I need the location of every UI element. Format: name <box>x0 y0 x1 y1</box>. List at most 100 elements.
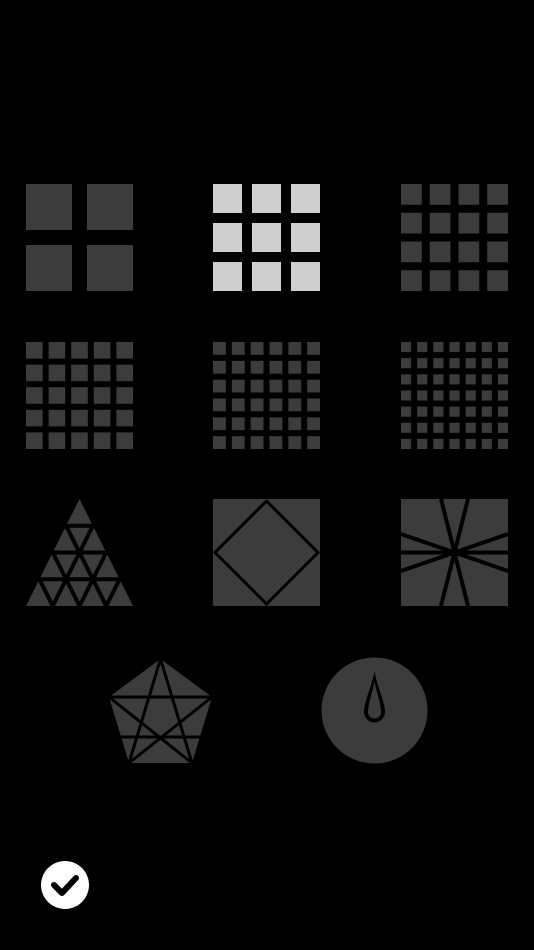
grid-cell <box>231 342 245 355</box>
grid-cell <box>231 398 245 412</box>
grid-cell <box>497 422 508 433</box>
grid-cell <box>93 409 111 427</box>
grid-cell <box>231 417 245 431</box>
grid-cell <box>213 398 226 412</box>
grid-cell <box>497 358 508 369</box>
grid-cell <box>401 406 412 417</box>
grid-cell <box>213 436 226 449</box>
grid-cell <box>93 364 111 382</box>
grid-cell <box>213 360 226 374</box>
grid-cell <box>433 358 444 369</box>
grid-cell <box>449 406 460 417</box>
grid-cell <box>417 374 428 385</box>
puzzle-grid-4x4[interactable] <box>401 184 508 291</box>
grid-cell <box>213 184 242 213</box>
grid-cell <box>401 342 412 353</box>
puzzle-grid-6x6[interactable] <box>213 342 320 449</box>
grid-cell <box>458 184 480 205</box>
grid-cell <box>497 390 508 401</box>
grid-cell <box>429 212 451 234</box>
grid-cell <box>307 398 320 412</box>
grid-cell <box>307 379 320 393</box>
grid-cell <box>458 270 480 291</box>
grid-cell <box>213 379 226 393</box>
grid-cell <box>250 436 264 449</box>
grid-cell <box>307 417 320 431</box>
triangle-icon <box>26 499 133 606</box>
grid-cell <box>481 406 492 417</box>
grid-cell <box>401 184 422 205</box>
grid-cell <box>401 438 412 449</box>
puzzle-diamond[interactable] <box>213 499 320 606</box>
grid-cell <box>288 379 302 393</box>
grid-cell <box>48 364 66 382</box>
grid-cell <box>26 342 43 359</box>
grid-cell <box>288 398 302 412</box>
grid-cell <box>429 270 451 291</box>
puzzle-radial[interactable] <box>401 499 508 606</box>
grid-cell <box>401 212 422 234</box>
grid-cell <box>417 438 428 449</box>
grid-cell <box>417 358 428 369</box>
puzzle-pentagon[interactable] <box>107 657 214 764</box>
puzzle-grid-5x5[interactable] <box>26 342 133 449</box>
grid-cell <box>458 212 480 234</box>
grid-cell <box>231 360 245 374</box>
grid-cell <box>26 409 43 427</box>
grid-cell <box>307 360 320 374</box>
grid-cell <box>429 184 451 205</box>
confirm-button[interactable] <box>41 861 89 909</box>
grid-cell <box>433 390 444 401</box>
grid-cell <box>401 422 412 433</box>
grid-cell <box>116 364 133 382</box>
grid-cell <box>465 390 476 401</box>
grid-cell <box>401 374 412 385</box>
grid-cell <box>497 342 508 353</box>
grid-cell <box>250 360 264 374</box>
grid-cell <box>433 406 444 417</box>
puzzle-grid-7x7[interactable] <box>401 342 508 449</box>
grid-cell <box>433 342 444 353</box>
grid-cell <box>465 358 476 369</box>
grid-cell <box>449 390 460 401</box>
diamond-icon <box>213 499 320 606</box>
grid-cell <box>417 390 428 401</box>
grid-5x5-icon <box>26 342 133 449</box>
puzzle-dial[interactable] <box>321 657 428 764</box>
grid-cell <box>481 358 492 369</box>
grid-cell <box>481 390 492 401</box>
grid-cell <box>497 438 508 449</box>
grid-cell <box>465 374 476 385</box>
grid-cell <box>252 223 281 252</box>
grid-cell <box>458 241 480 263</box>
grid-cell <box>250 342 264 355</box>
grid-cell <box>48 342 66 359</box>
grid-cell <box>48 387 66 404</box>
puzzle-grid-3x3[interactable] <box>213 184 320 291</box>
grid-cell <box>465 342 476 353</box>
grid-cell <box>269 379 283 393</box>
grid-6x6-icon <box>213 342 320 449</box>
grid-2x2-icon <box>26 184 133 291</box>
grid-cell <box>26 245 72 291</box>
grid-cell <box>250 398 264 412</box>
grid-cell <box>449 422 460 433</box>
grid-cell <box>401 270 422 291</box>
puzzle-triangle[interactable] <box>26 499 133 606</box>
dial-icon <box>321 657 428 764</box>
grid-cell <box>401 358 412 369</box>
grid-cell <box>71 342 88 359</box>
grid-cell <box>481 422 492 433</box>
pentagon-icon <box>108 658 213 764</box>
grid-cell <box>449 438 460 449</box>
grid-cell <box>497 406 508 417</box>
grid-cell <box>487 241 508 263</box>
grid-cell <box>26 184 72 230</box>
radial-icon <box>401 499 508 606</box>
grid-cell <box>87 245 133 291</box>
grid-cell <box>433 374 444 385</box>
grid-cell <box>291 223 320 252</box>
grid-cell <box>250 417 264 431</box>
puzzle-grid-2x2[interactable] <box>26 184 133 291</box>
grid-cell <box>26 364 43 382</box>
